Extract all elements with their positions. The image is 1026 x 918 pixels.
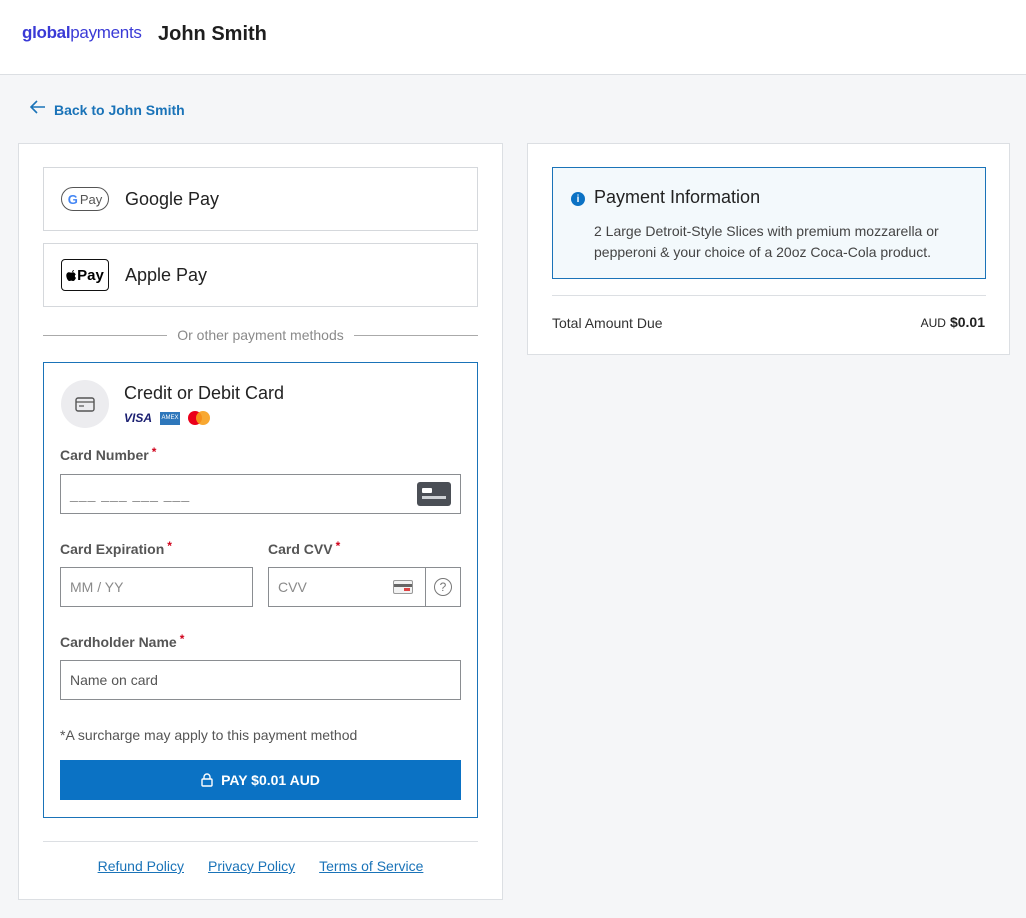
card-brands: VISA AMEX [124, 411, 211, 425]
cvv-card-icon [393, 580, 413, 594]
payment-description: 2 Large Detroit-Style Slices with premiu… [594, 223, 939, 260]
card-number-input[interactable]: ___ ___ ___ ___ [60, 474, 461, 514]
pay-button[interactable]: PAY $0.01 AUD [60, 760, 461, 800]
footer-divider [43, 841, 478, 842]
total-amount: $0.01 [949, 314, 985, 330]
payment-information-box: i Payment Information 2 Large Detroit-St… [552, 167, 986, 279]
mastercard-logo [188, 411, 211, 425]
required-marker: * [167, 539, 172, 553]
required-marker: * [151, 445, 157, 459]
footer-links: Refund Policy Privacy Policy Terms of Se… [19, 858, 502, 874]
card-form-title: Credit or Debit Card [124, 383, 285, 403]
divider-line-right [353, 334, 478, 336]
arrow-left-icon [29, 100, 46, 119]
total-divider [552, 295, 986, 296]
card-type-icon [417, 482, 451, 506]
credit-card-icon [61, 380, 109, 428]
google-g-glyph: G [67, 191, 78, 207]
google-pay-icon-text: Pay [79, 191, 103, 207]
apple-pay-label: Apple Pay [125, 264, 208, 285]
card-payment-form: Credit or Debit Card VISA AMEX Card Numb… [43, 362, 478, 818]
apple-pay-icon: Pay [61, 259, 109, 291]
privacy-policy-link[interactable]: Privacy Policy [208, 858, 295, 874]
cvv-input[interactable]: CVV [268, 567, 426, 607]
cardholder-name-input[interactable]: Name on card [60, 660, 461, 700]
globalpayments-logo: globalpayments [22, 23, 142, 43]
refund-policy-link[interactable]: Refund Policy [98, 858, 184, 874]
cvv-help-button[interactable]: ? [425, 567, 461, 607]
cvv-placeholder: CVV [278, 579, 307, 595]
expiration-input[interactable]: MM / YY [60, 567, 253, 607]
cvv-label: Card CVV * [268, 539, 341, 557]
google-pay-icon: G Pay [61, 187, 109, 211]
apple-pay-icon-text: Pay [77, 266, 104, 284]
apple-logo-icon [66, 269, 77, 281]
google-pay-label: Google Pay [125, 188, 220, 209]
payment-summary-panel: i Payment Information 2 Large Detroit-St… [527, 143, 1010, 355]
merchant-name: John Smith [158, 23, 267, 45]
amex-logo: AMEX [160, 411, 181, 425]
total-currency: AUD [920, 316, 946, 330]
card-number-label: Card Number * [60, 445, 157, 463]
total-amount-value: AUD $0.01 [921, 314, 985, 330]
back-link-label: Back to John Smith [54, 101, 185, 118]
payment-methods-panel: G Pay Google Pay Pay Apple Pay Or other p… [18, 143, 503, 900]
pay-button-label: PAY $0.01 AUD [221, 772, 320, 788]
top-bar: globalpayments John Smith [0, 0, 1026, 75]
cardholder-label: Cardholder Name * [60, 632, 185, 650]
visa-logo: VISA [124, 411, 153, 425]
terms-of-service-link[interactable]: Terms of Service [319, 858, 423, 874]
google-pay-button[interactable]: G Pay Google Pay [43, 167, 478, 231]
divider-line-left [43, 334, 168, 336]
cardholder-placeholder: Name on card [70, 672, 158, 688]
payment-information-title: Payment Information [594, 187, 761, 207]
required-marker: * [335, 539, 341, 553]
required-marker: * [179, 632, 185, 646]
total-amount-label: Total Amount Due [552, 315, 663, 331]
lock-icon [201, 773, 213, 787]
question-mark-icon: ? [434, 578, 452, 596]
logo-suffix: payments [70, 23, 142, 42]
logo-prefix: global [22, 23, 71, 42]
divider-text: Or other payment methods [177, 327, 344, 343]
card-number-placeholder: ___ ___ ___ ___ [70, 486, 191, 502]
expiration-label: Card Expiration * [60, 539, 172, 557]
surcharge-note: *A surcharge may apply to this payment m… [60, 727, 358, 743]
apple-pay-button[interactable]: Pay Apple Pay [43, 243, 478, 307]
info-icon: i [571, 192, 585, 206]
back-link[interactable]: Back to John Smith [29, 100, 185, 119]
expiration-placeholder: MM / YY [70, 579, 124, 595]
payment-divider: Or other payment methods [43, 325, 478, 345]
